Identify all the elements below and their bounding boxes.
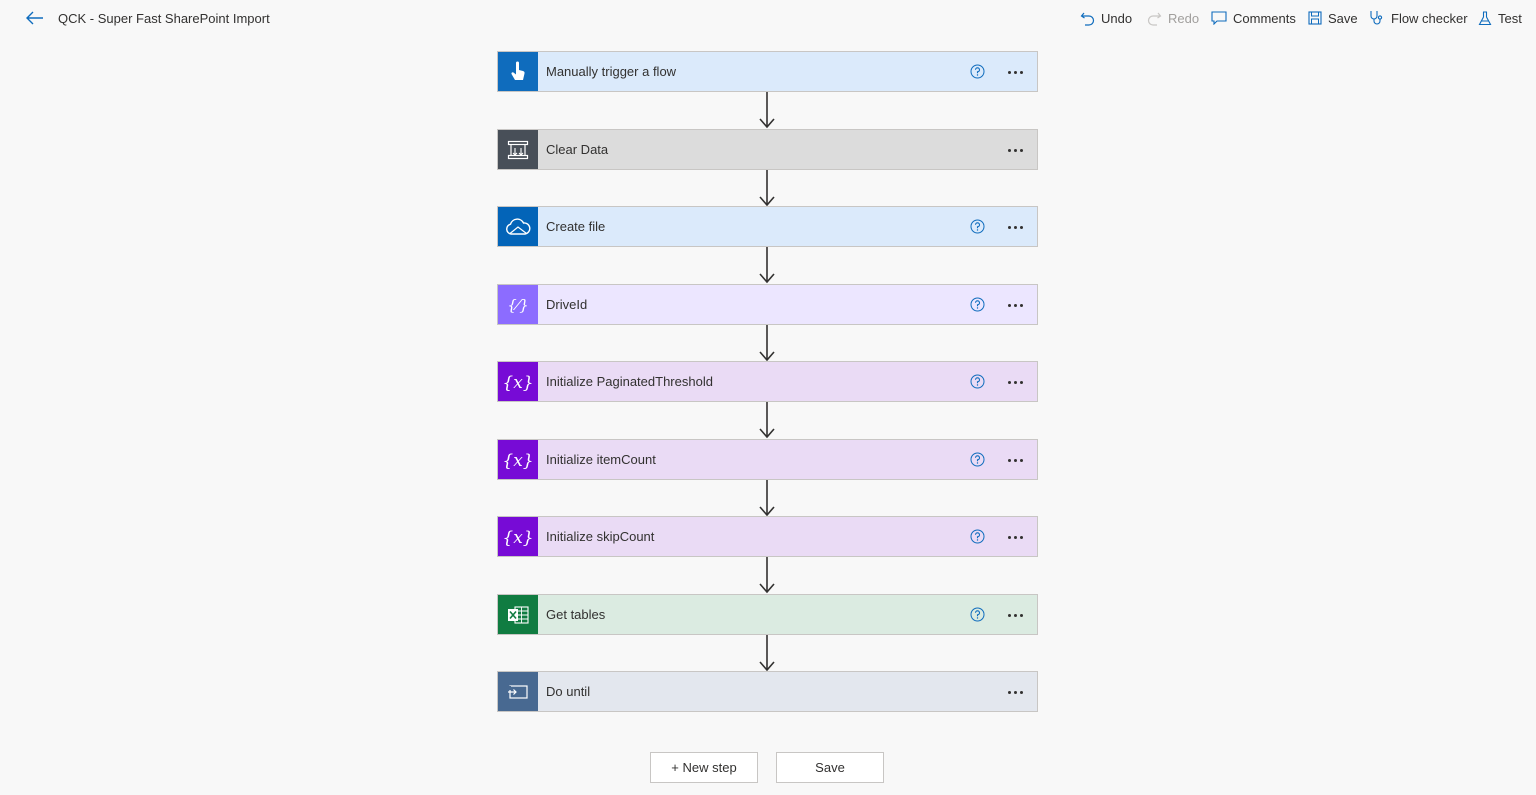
help-icon[interactable] — [970, 64, 985, 79]
redo-button[interactable]: Redo — [1147, 9, 1199, 27]
flow-step-title: Initialize PaginatedThreshold — [546, 374, 713, 389]
connector-arrow — [758, 635, 776, 672]
flow-step-title: Initialize itemCount — [546, 452, 656, 467]
test-label: Test — [1498, 10, 1522, 26]
flow-checker-label: Flow checker — [1391, 10, 1468, 26]
onedrive-icon — [498, 207, 538, 246]
help-icon[interactable] — [970, 607, 985, 622]
new-step-button[interactable]: + New step — [650, 752, 758, 783]
canvas-save-button[interactable]: Save — [776, 752, 884, 783]
flow-checker-button[interactable]: Flow checker — [1369, 9, 1468, 27]
flow-title: QCK - Super Fast SharePoint Import — [58, 11, 270, 26]
flow-step-card[interactable]: {x} Initialize PaginatedThreshold — [497, 361, 1038, 402]
touch-trigger-icon — [498, 52, 538, 91]
comments-label: Comments — [1233, 10, 1296, 26]
flow-step-title: Clear Data — [546, 142, 609, 157]
connector-arrow — [758, 92, 776, 129]
redo-icon — [1147, 12, 1162, 26]
test-button[interactable]: Test — [1478, 9, 1522, 27]
stethoscope-icon — [1370, 11, 1383, 25]
connector-arrow — [758, 402, 776, 439]
connector-arrow — [758, 170, 776, 207]
variable-icon: {x} — [498, 362, 538, 401]
redo-label: Redo — [1168, 10, 1200, 26]
connector-arrow — [758, 480, 776, 517]
save-icon — [1308, 11, 1322, 25]
flow-step-title: DriveId — [546, 297, 588, 312]
back-arrow-icon[interactable] — [24, 8, 46, 28]
help-icon[interactable] — [970, 219, 985, 234]
comment-icon — [1211, 11, 1227, 25]
flask-icon — [1478, 10, 1492, 25]
undo-label: Undo — [1101, 10, 1133, 26]
help-icon[interactable] — [970, 374, 985, 389]
connector-arrow — [758, 247, 776, 284]
variable-icon: {x} — [498, 517, 538, 556]
flow-step-card[interactable]: {⁄} DriveId — [497, 284, 1038, 325]
undo-button[interactable]: Undo — [1080, 9, 1132, 27]
connector-arrow — [758, 325, 776, 362]
svg-text:{⁄}: {⁄} — [507, 296, 529, 314]
more-options-icon[interactable] — [1003, 62, 1027, 82]
variable-icon: {x} — [498, 440, 538, 479]
save-button[interactable]: Save — [1308, 9, 1358, 27]
help-icon[interactable] — [970, 452, 985, 467]
connector-arrow — [758, 557, 776, 594]
comments-button[interactable]: Comments — [1211, 9, 1296, 27]
more-options-icon[interactable] — [1003, 450, 1027, 470]
compose-icon: {⁄} — [498, 285, 538, 324]
svg-text:{x}: {x} — [503, 451, 533, 471]
loop-icon — [498, 672, 538, 711]
svg-text:{x}: {x} — [503, 528, 533, 548]
flow-step-card[interactable]: Do until — [497, 671, 1038, 712]
more-options-icon[interactable] — [1003, 217, 1027, 237]
flow-step-title: Create file — [546, 219, 606, 234]
undo-icon — [1080, 12, 1095, 26]
flow-step-title: Manually trigger a flow — [546, 64, 677, 79]
flow-step-card[interactable]: Create file — [497, 206, 1038, 247]
flow-step-card[interactable]: {x} Initialize itemCount — [497, 439, 1038, 480]
flow-step-title: Initialize skipCount — [546, 529, 655, 544]
flow-step-card[interactable]: Get tables — [497, 594, 1038, 635]
more-options-icon[interactable] — [1003, 372, 1027, 392]
help-icon[interactable] — [970, 297, 985, 312]
command-bar: QCK - Super Fast SharePoint Import Undo … — [0, 0, 1536, 36]
excel-icon — [498, 595, 538, 634]
more-options-icon[interactable] — [1003, 295, 1027, 315]
scope-icon — [498, 130, 538, 169]
flow-step-title: Do until — [546, 684, 591, 699]
flow-step-card[interactable]: {x} Initialize skipCount — [497, 516, 1038, 557]
flow-step-card[interactable]: Clear Data — [497, 129, 1038, 170]
more-options-icon[interactable] — [1003, 527, 1027, 547]
flow-step-title: Get tables — [546, 607, 606, 622]
more-options-icon[interactable] — [1003, 682, 1027, 702]
more-options-icon[interactable] — [1003, 140, 1027, 160]
save-label: Save — [1328, 10, 1358, 26]
flow-step-card[interactable]: Manually trigger a flow — [497, 51, 1038, 92]
more-options-icon[interactable] — [1003, 605, 1027, 625]
svg-text:{x}: {x} — [503, 373, 533, 393]
help-icon[interactable] — [970, 529, 985, 544]
